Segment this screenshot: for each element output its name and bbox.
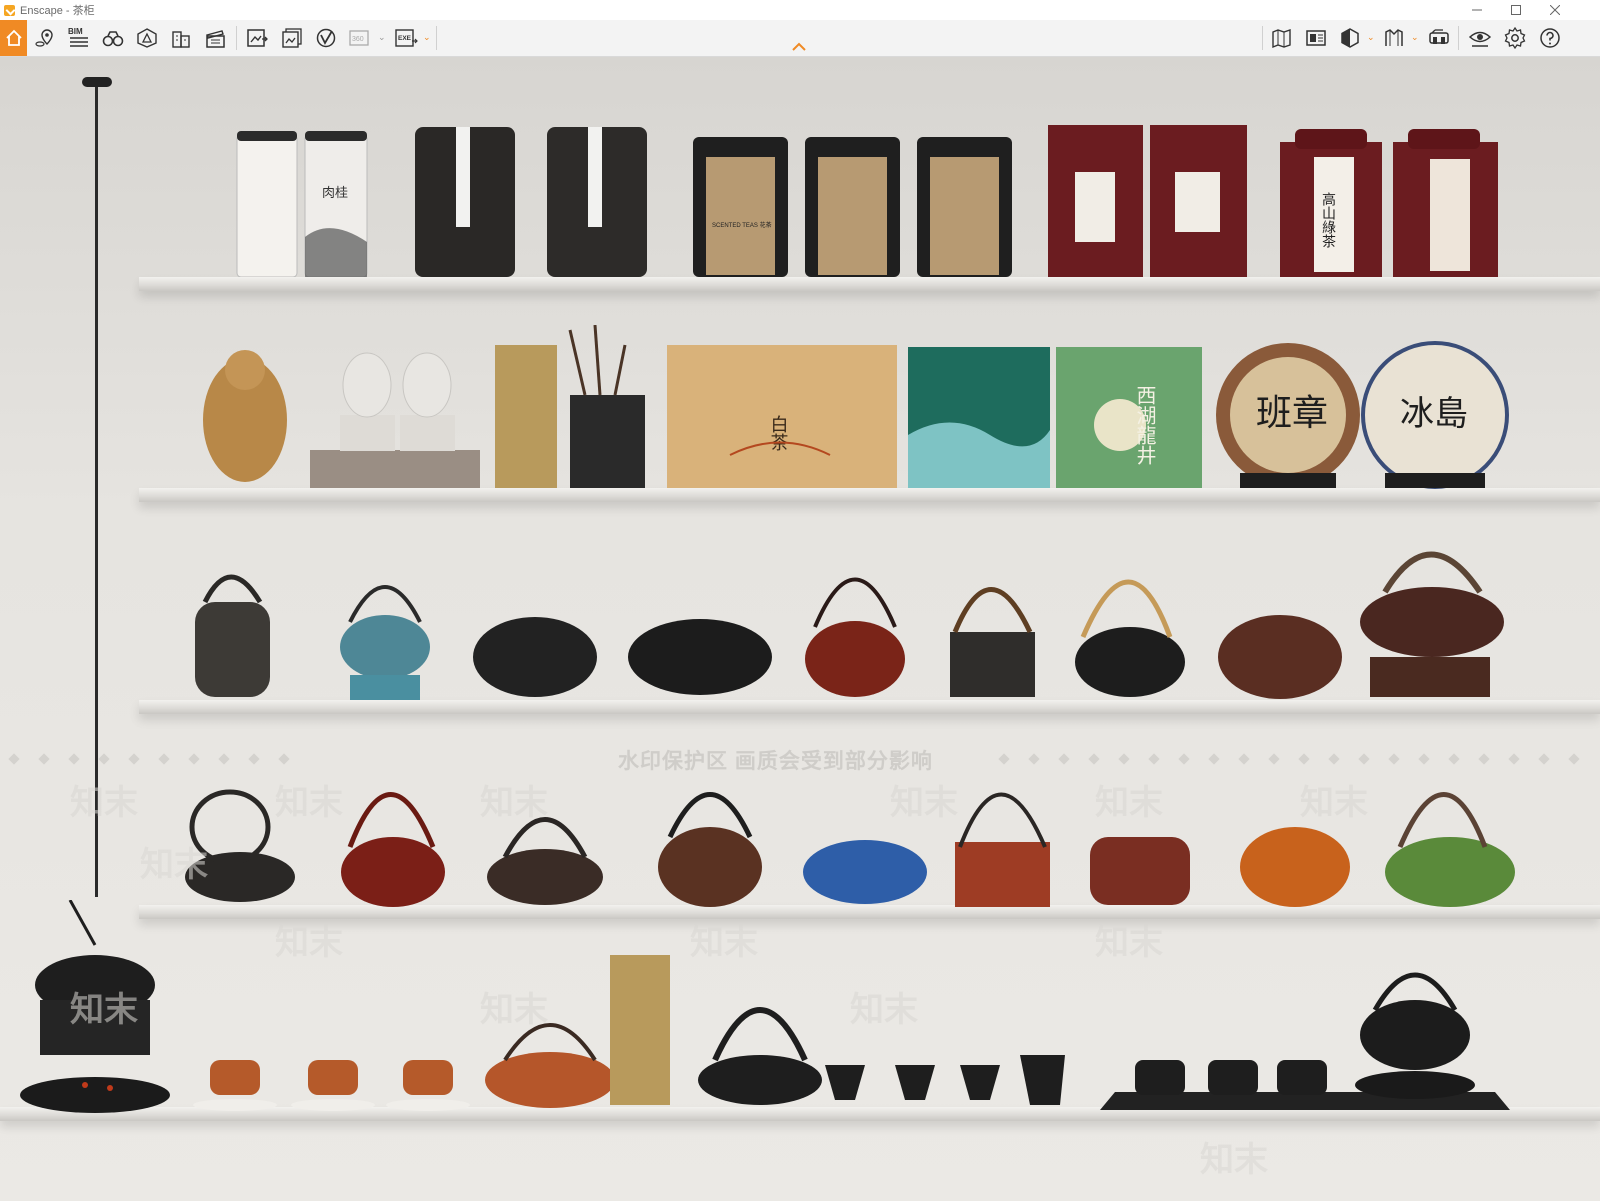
- binoculars-icon: [102, 31, 124, 47]
- watermark-tile: 知末: [1300, 784, 1368, 822]
- map-button[interactable]: [1268, 24, 1296, 52]
- section-icon: [137, 28, 157, 48]
- location-pin-button[interactable]: [31, 24, 59, 52]
- shelf-2: [139, 488, 1600, 502]
- batch-render-button[interactable]: [278, 24, 306, 52]
- rod-mount: [82, 77, 112, 87]
- clapperboard-icon: [206, 30, 225, 48]
- watermark-tile: 知末: [1095, 924, 1163, 962]
- watermark-tile: 知末: [70, 784, 138, 822]
- svg-text:班章: 班章: [1256, 393, 1328, 434]
- close-icon[interactable]: [1536, 0, 1574, 20]
- settings-button[interactable]: [1501, 24, 1529, 52]
- svg-text:冰島: 冰島: [1400, 394, 1468, 434]
- visual-settings-button[interactable]: [1466, 24, 1494, 52]
- toolbar-separator: [436, 26, 437, 50]
- help-button[interactable]: [1536, 24, 1564, 52]
- shelf-1: [139, 277, 1600, 291]
- location-pin-icon: [35, 29, 53, 47]
- asset-library-button[interactable]: [1380, 24, 1408, 52]
- render-viewport[interactable]: 肉桂 SCENTED TEAS 花茶 高山綠茶 白茶 西湖龍井 班章 冰島 水印…: [0, 57, 1600, 1201]
- watermark-tile: 知末: [890, 784, 958, 822]
- svg-text:西湖龍井: 西湖龍井: [1133, 385, 1157, 465]
- buildings-button[interactable]: [167, 24, 195, 52]
- watermark-tile: 知末: [480, 991, 548, 1029]
- buildings-icon: [172, 31, 190, 48]
- bim-icon: BIM: [68, 27, 88, 47]
- asset-library-icon: [1385, 29, 1403, 46]
- home-button[interactable]: [0, 20, 27, 56]
- svg-text:白茶: 白茶: [768, 415, 789, 451]
- watermark-tile: 知末: [275, 924, 343, 962]
- maximize-icon[interactable]: [1497, 0, 1535, 20]
- watermark-tile: 知末: [140, 846, 208, 884]
- home-icon: [5, 29, 22, 46]
- panorama-360-icon: 360: [349, 30, 369, 46]
- panorama-dropdown-chevron-icon[interactable]: ⌄: [378, 32, 388, 44]
- watermark-tile: 知末: [690, 924, 758, 962]
- bim-button[interactable]: BIM: [64, 24, 92, 52]
- toolbar-separator: [1262, 26, 1263, 50]
- svg-text:SCENTED TEAS 花茶: SCENTED TEAS 花茶: [712, 221, 772, 229]
- web-standalone-icon: [316, 28, 336, 48]
- section-button[interactable]: [133, 24, 161, 52]
- watermark-tile: 知末: [70, 991, 138, 1029]
- export-image-icon: [247, 29, 268, 47]
- svg-text:肉桂: 肉桂: [322, 186, 348, 201]
- settings-gear-icon: [1504, 26, 1526, 50]
- watermark-tile: 知末: [480, 784, 548, 822]
- teapots-row-3: [195, 551, 1504, 700]
- batch-render-icon: [282, 28, 302, 48]
- watermark-tile: 知末: [850, 991, 918, 1029]
- vr-headset-button[interactable]: [1425, 24, 1453, 52]
- title-bar: Enscape - 茶柜: [0, 0, 1600, 20]
- svg-text:高山綠茶: 高山綠茶: [1320, 191, 1336, 248]
- collapse-toolbar-button[interactable]: [791, 40, 807, 54]
- panorama-360-button[interactable]: 360: [346, 24, 374, 52]
- svg-text:EXE: EXE: [398, 35, 412, 42]
- watermark-tile: 知末: [1200, 1141, 1268, 1179]
- material-editor-button[interactable]: [1302, 24, 1330, 52]
- exe-dropdown-chevron-icon[interactable]: ⌄: [423, 32, 433, 44]
- hanging-rod: [95, 77, 98, 897]
- exe-export-icon: EXE: [395, 29, 418, 47]
- section-cube-button[interactable]: [1336, 24, 1364, 52]
- watermark-tile: 知末: [1095, 784, 1163, 822]
- chevron-up-icon: [792, 42, 806, 51]
- video-editor-button[interactable]: [201, 24, 229, 52]
- export-image-button[interactable]: [243, 24, 271, 52]
- section-dropdown-chevron-icon[interactable]: ⌄: [1367, 32, 1377, 44]
- help-icon: [1540, 28, 1560, 48]
- svg-text:360: 360: [352, 36, 364, 43]
- material-editor-icon: [1306, 30, 1326, 46]
- svg-text:BIM: BIM: [68, 27, 83, 36]
- binoculars-button[interactable]: [99, 24, 127, 52]
- window-title: Enscape - 茶柜: [20, 5, 95, 17]
- minimize-icon[interactable]: [1458, 0, 1496, 20]
- enscape-logo-icon: [4, 4, 15, 16]
- tea-canisters-row: 肉桂 SCENTED TEAS 花茶 高山綠茶: [236, 125, 1498, 277]
- toolbar-separator: [1458, 26, 1459, 50]
- vr-headset-icon: [1429, 29, 1449, 44]
- shelf-3: [139, 700, 1600, 714]
- map-icon: [1272, 29, 1291, 49]
- web-standalone-button[interactable]: [312, 24, 340, 52]
- asset-dropdown-chevron-icon[interactable]: ⌄: [1411, 32, 1421, 44]
- toolbar-separator: [236, 26, 237, 50]
- exe-export-button[interactable]: EXE: [392, 24, 420, 52]
- watermark-tile: 知末: [275, 784, 343, 822]
- tea-boxes-row: 白茶 西湖龍井 班章 冰島: [203, 325, 1509, 489]
- section-cube-icon: [1341, 28, 1359, 48]
- visual-settings-icon: [1468, 31, 1492, 47]
- tea-set-row-5: [20, 900, 1510, 1113]
- watermark-notice: 水印保护区 画质会受到部分影响: [618, 750, 933, 773]
